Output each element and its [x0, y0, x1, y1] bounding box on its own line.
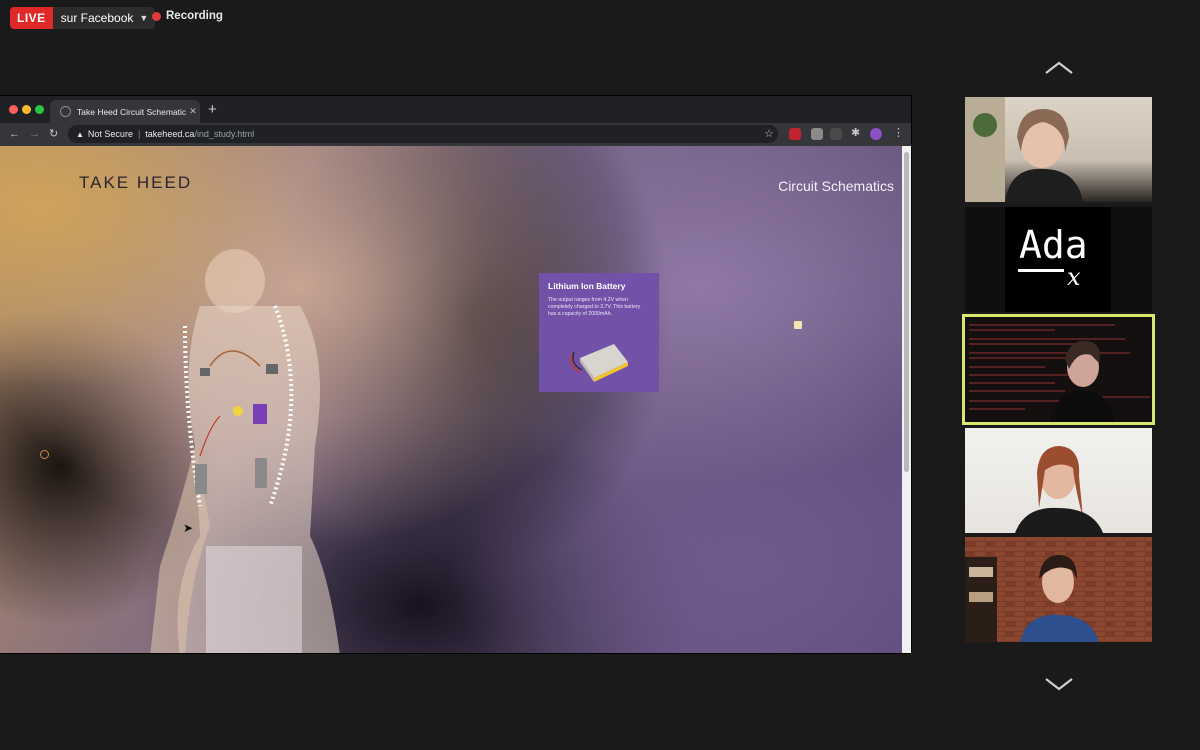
extension-red-icon[interactable]: [789, 128, 801, 140]
back-icon[interactable]: ←: [9, 127, 20, 141]
menu-icon[interactable]: ⋮: [893, 126, 904, 140]
participant-tile-adax[interactable]: Ada x: [965, 207, 1152, 312]
chevron-up-icon[interactable]: [1044, 60, 1074, 76]
profile-avatar-icon[interactable]: [870, 128, 882, 140]
tab-take-heed[interactable]: Take Heed Circuit Schematics ✕: [50, 100, 200, 123]
recording-indicator[interactable]: Recording: [152, 10, 223, 22]
live-badge: LIVE: [10, 7, 53, 29]
participant-tile-active-speaker[interactable]: [962, 314, 1155, 425]
extension-gray-icon[interactable]: [811, 128, 823, 140]
logo-text: Ada: [1019, 223, 1088, 267]
address-bar[interactable]: ▲ Not Secure | takeheed.ca /ind_study.ht…: [68, 125, 778, 143]
chevron-down-icon[interactable]: [1044, 676, 1074, 692]
nav-circuit-schematics[interactable]: Circuit Schematics: [778, 178, 894, 194]
participant-video: [965, 97, 1083, 202]
participant-video: [1015, 446, 1103, 533]
maximize-window-button[interactable]: [35, 105, 44, 114]
web-page: TAKE HEED Circuit Schematics ➤ Lithium I…: [0, 146, 902, 653]
wearable-figure-illustration: [150, 249, 340, 653]
participant-tile-1[interactable]: [965, 97, 1152, 202]
tab-title: Take Heed Circuit Schematics: [77, 106, 186, 117]
page-scrollbar[interactable]: [902, 146, 911, 653]
recording-label: Recording: [166, 10, 223, 22]
recording-dot-icon: [152, 11, 161, 21]
battery-image: [570, 344, 628, 382]
shared-browser-window: Take Heed Circuit Schematics ✕ + ← → ↻ ▲…: [0, 96, 911, 653]
url-path: /ind_study.html: [194, 129, 255, 139]
security-label: Not Secure: [87, 129, 133, 139]
card-body: The output ranges from 4.2V when complet…: [548, 297, 641, 317]
reload-icon[interactable]: ↻: [49, 127, 58, 141]
close-window-button[interactable]: [9, 105, 18, 114]
browser-toolbar: ← → ↻ ▲ Not Secure | takeheed.ca /ind_st…: [0, 123, 911, 146]
participant-tile-5[interactable]: [965, 537, 1152, 642]
live-stream-selector[interactable]: LIVE sur Facebook ▼: [10, 7, 156, 29]
extensions-icon[interactable]: ✱: [851, 126, 860, 140]
new-tab-button[interactable]: +: [208, 101, 217, 119]
tab-strip: Take Heed Circuit Schematics ✕ +: [0, 96, 911, 123]
battery-info-card: Lithium Ion Battery The output ranges fr…: [539, 273, 659, 392]
star-icon[interactable]: ☆: [764, 127, 774, 140]
participant-video: [965, 537, 1152, 642]
hotspot-marker[interactable]: [794, 321, 802, 329]
url-domain: takeheed.ca: [145, 129, 195, 139]
hotspot-ring-icon[interactable]: [40, 450, 49, 459]
logo-subscript: x: [1067, 263, 1081, 291]
globe-icon: [60, 106, 71, 117]
separator: |: [137, 129, 141, 139]
live-destination: sur Facebook: [60, 11, 134, 25]
mouse-cursor-icon: ➤: [183, 521, 194, 535]
forward-icon[interactable]: →: [29, 127, 40, 141]
adax-logo: Ada x: [1005, 207, 1111, 312]
scrollbar-thumb[interactable]: [904, 152, 909, 472]
close-icon[interactable]: ✕: [186, 106, 200, 117]
extension-dark-icon[interactable]: [830, 128, 842, 140]
logo-underline: [1018, 269, 1064, 272]
card-title: Lithium Ion Battery: [548, 281, 626, 291]
site-logo[interactable]: TAKE HEED: [79, 173, 192, 193]
participant-video: [969, 324, 1150, 422]
participant-tile-4[interactable]: [965, 428, 1152, 533]
warning-icon: ▲: [76, 129, 84, 139]
minimize-window-button[interactable]: [22, 105, 31, 114]
